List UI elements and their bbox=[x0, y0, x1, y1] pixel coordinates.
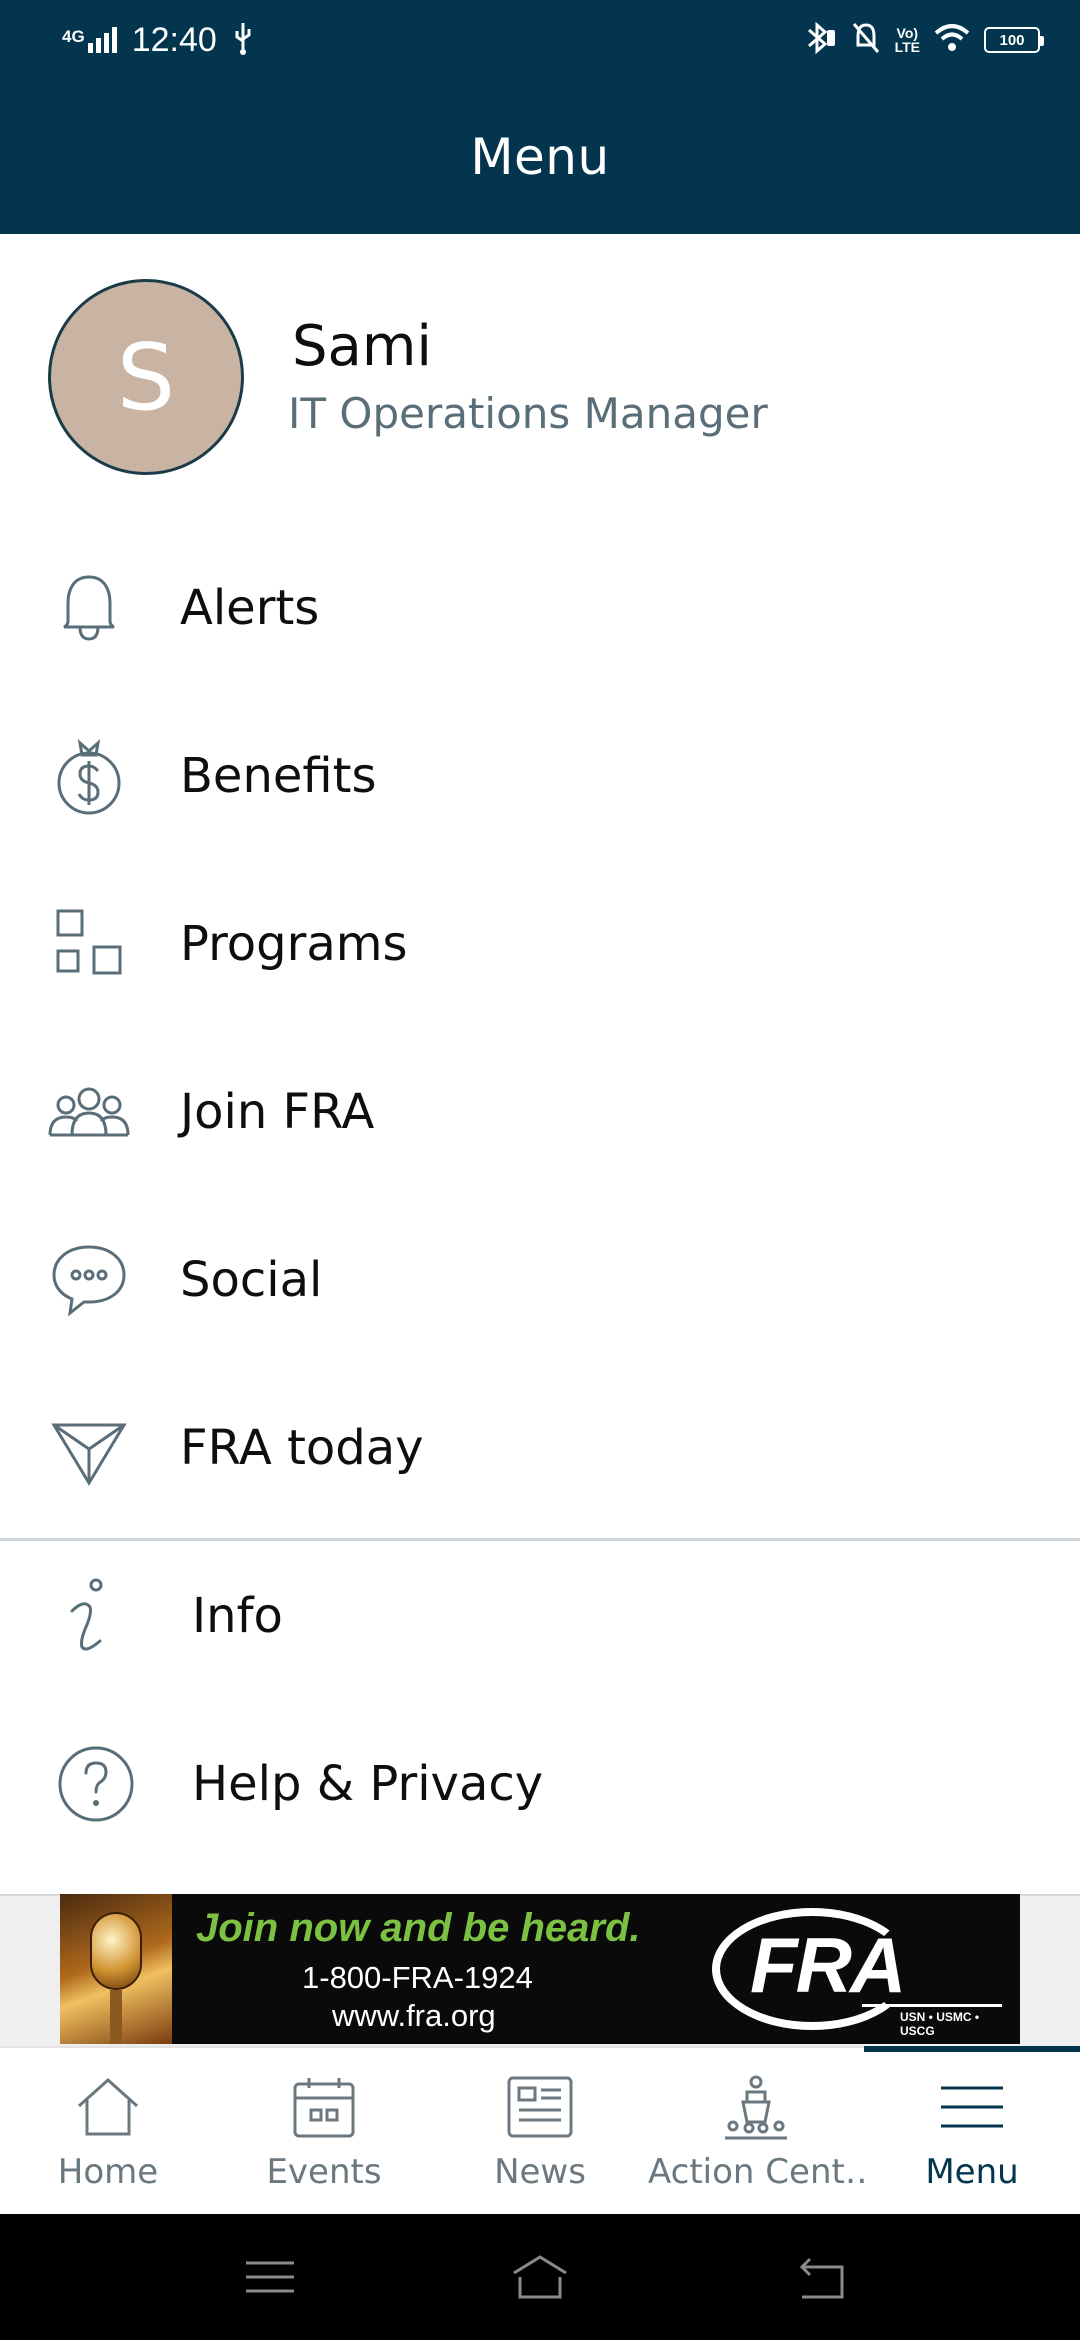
profile-name: Sami bbox=[292, 314, 432, 379]
bell-icon bbox=[44, 563, 134, 653]
menu-item-alerts[interactable]: Alerts bbox=[0, 524, 1080, 692]
status-left: 4G 12:40 bbox=[62, 18, 255, 62]
avatar[interactable]: S bbox=[48, 279, 244, 475]
money-bag-icon bbox=[44, 731, 134, 821]
info-icon bbox=[44, 1571, 134, 1661]
menu-item-label: Info bbox=[192, 1588, 283, 1644]
menu-item-social[interactable]: Social bbox=[0, 1196, 1080, 1364]
usb-icon bbox=[231, 21, 255, 59]
system-nav-bar bbox=[0, 2214, 1080, 2340]
fra-logo-text: FRA bbox=[750, 1921, 906, 2009]
back-button[interactable] bbox=[794, 2247, 854, 2307]
home-button[interactable] bbox=[510, 2247, 570, 2307]
menu-item-label: FRA today bbox=[180, 1420, 424, 1476]
chat-bubble-icon bbox=[44, 1235, 134, 1325]
nav-action-center[interactable]: Action Cent… bbox=[648, 2048, 864, 2216]
send-icon bbox=[44, 1403, 134, 1493]
fra-logo-line bbox=[862, 2004, 1002, 2007]
status-bar: 4G 12:40 Vo) LTE 100 bbox=[0, 0, 1080, 80]
menu-item-join-fra[interactable]: Join FRA bbox=[0, 1028, 1080, 1196]
menu-item-label: Join FRA bbox=[180, 1084, 375, 1140]
profile-header[interactable]: S Sami IT Operations Manager bbox=[0, 234, 1080, 514]
ad-phone: 1-800-FRA-1924 bbox=[302, 1960, 533, 1995]
menu-item-help-privacy[interactable]: Help & Privacy bbox=[0, 1700, 1080, 1868]
fra-logo-subtitle: USN • USMC • USCG bbox=[900, 2010, 980, 2038]
fra-logo: FRA USN • USMC • USCG bbox=[712, 1904, 1002, 2038]
ad-tagline: Join now and be heard. bbox=[196, 1906, 641, 1950]
bluetooth-icon bbox=[803, 20, 837, 60]
nav-label: Home bbox=[57, 2152, 159, 2192]
nav-label: Events bbox=[266, 2152, 382, 2192]
mute-icon bbox=[851, 21, 881, 59]
network-type: 4G bbox=[62, 27, 85, 46]
nav-label: Action Cent… bbox=[648, 2152, 864, 2192]
app-bar: Menu bbox=[0, 80, 1080, 234]
menu-item-label: Social bbox=[180, 1252, 323, 1308]
hamburger-icon bbox=[937, 2072, 1007, 2142]
signal-icon: 4G bbox=[62, 27, 118, 53]
status-time: 12:40 bbox=[131, 20, 217, 59]
nav-news[interactable]: News bbox=[432, 2048, 648, 2216]
microphone-stand bbox=[110, 1990, 122, 2044]
people-icon bbox=[44, 1067, 134, 1157]
battery-icon: 100 bbox=[984, 27, 1044, 53]
nav-events[interactable]: Events bbox=[216, 2048, 432, 2216]
nav-menu[interactable]: Menu bbox=[864, 2046, 1080, 2216]
podium-icon bbox=[721, 2072, 791, 2142]
nav-label: News bbox=[494, 2152, 586, 2192]
profile-role: IT Operations Manager bbox=[288, 389, 768, 438]
menu-item-label: Alerts bbox=[180, 580, 320, 636]
menu-item-benefits[interactable]: Benefits bbox=[0, 692, 1080, 860]
help-icon bbox=[44, 1739, 134, 1829]
menu-item-info[interactable]: Info bbox=[0, 1532, 1080, 1700]
calendar-icon bbox=[289, 2072, 359, 2142]
ad-banner[interactable]: Join now and be heard. 1-800-FRA-1924 ww… bbox=[60, 1894, 1020, 2044]
ad-url: www.fra.org bbox=[332, 1998, 496, 2033]
volte-icon: Vo) LTE bbox=[894, 25, 920, 55]
grid-icon bbox=[44, 899, 134, 989]
page-title: Menu bbox=[470, 128, 610, 186]
menu-item-label: Programs bbox=[180, 916, 408, 972]
home-icon bbox=[73, 2072, 143, 2142]
microphone-head bbox=[90, 1912, 142, 1990]
menu-item-fra-today[interactable]: FRA today bbox=[0, 1364, 1080, 1532]
menu-item-programs[interactable]: Programs bbox=[0, 860, 1080, 1028]
status-right: Vo) LTE 100 bbox=[803, 20, 1044, 60]
nav-label: Menu bbox=[925, 2152, 1019, 2192]
wifi-icon bbox=[934, 23, 970, 57]
nav-home[interactable]: Home bbox=[0, 2048, 216, 2216]
recents-button[interactable] bbox=[240, 2247, 300, 2307]
microphone-image bbox=[60, 1894, 172, 2044]
menu-item-label: Benefits bbox=[180, 748, 377, 804]
menu-item-label: Help & Privacy bbox=[192, 1756, 544, 1812]
bottom-nav: Home Events News Action Cent… Menu bbox=[0, 2046, 1080, 2214]
newspaper-icon bbox=[505, 2072, 575, 2142]
